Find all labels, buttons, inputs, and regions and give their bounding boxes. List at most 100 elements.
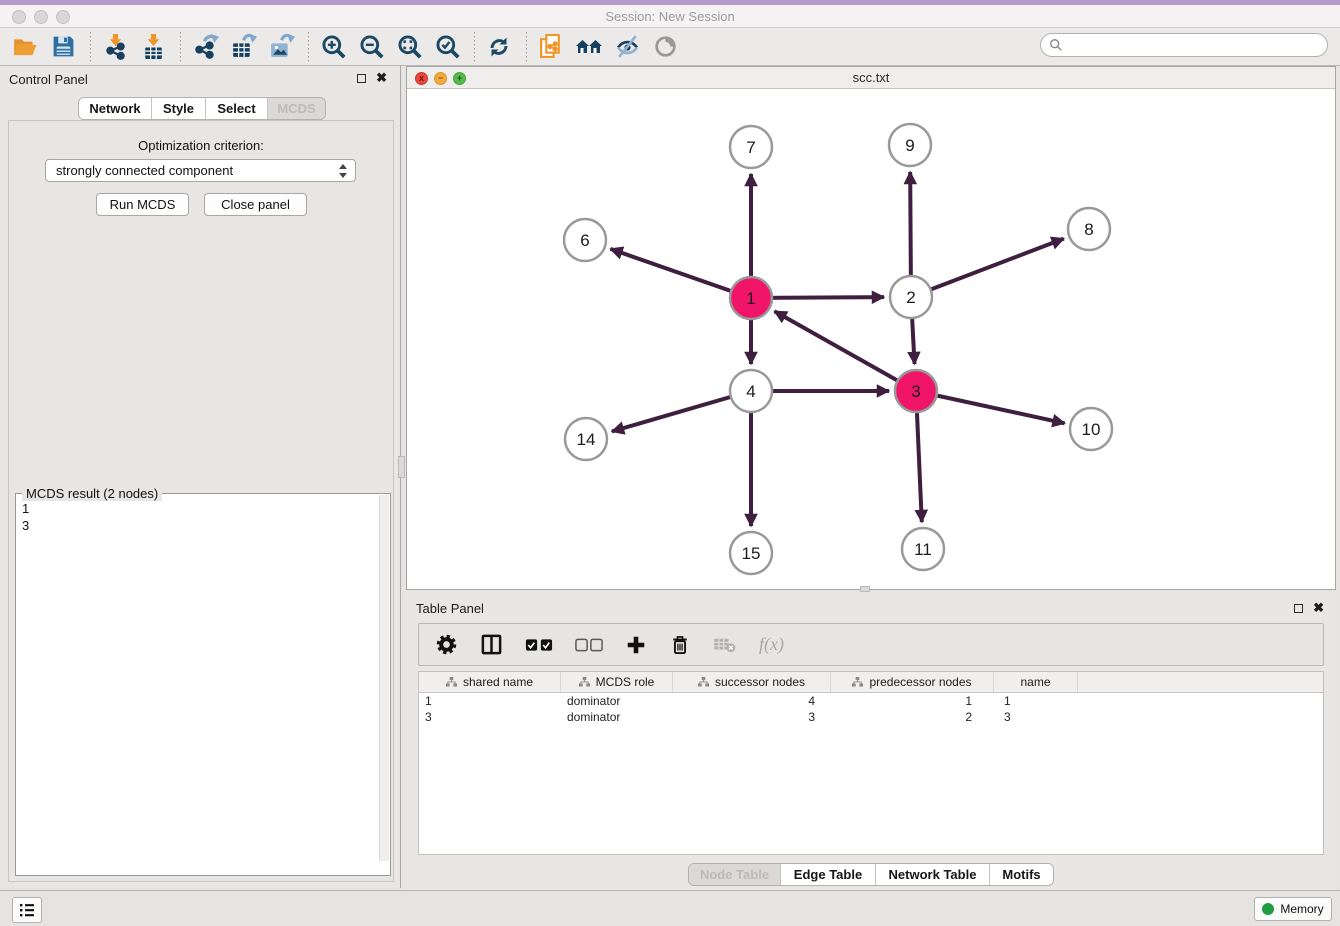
function-builder-icon: f(x) — [759, 634, 784, 655]
graph-node-label-2: 2 — [906, 288, 915, 307]
column-label: MCDS role — [596, 675, 655, 689]
export-image-icon[interactable] — [266, 32, 296, 62]
zoom-out-icon[interactable] — [356, 32, 386, 62]
optimization-criterion-label: Optimization criterion: — [9, 138, 393, 153]
toolbar-separator — [474, 32, 475, 62]
sort-hierarchy-icon — [579, 677, 590, 688]
mac-titlebar: Session: New Session — [0, 5, 1340, 28]
float-table-panel-icon[interactable] — [1294, 604, 1303, 613]
cell-mcds-role: dominator — [561, 710, 673, 724]
column-label: shared name — [463, 675, 533, 689]
cell-shared-name: 3 — [419, 710, 561, 724]
graph-node-label-3: 3 — [911, 382, 920, 401]
column-header-mcds-role[interactable]: MCDS role — [561, 672, 673, 692]
clone-network-icon[interactable] — [536, 32, 566, 62]
table-tabs-bar: Node Table Edge Table Network Table Moti… — [406, 863, 1336, 886]
zoom-in-icon[interactable] — [318, 32, 348, 62]
column-header-shared-name[interactable]: shared name — [419, 672, 561, 692]
hide-eye-icon[interactable] — [612, 32, 642, 62]
float-panel-icon[interactable] — [357, 74, 366, 83]
graph-node-label-4: 4 — [746, 382, 755, 401]
tab-node-table[interactable]: Node Table — [689, 864, 781, 885]
home-neighbors-icon[interactable] — [574, 32, 604, 62]
select-all-icon[interactable] — [525, 638, 553, 652]
graph-node-label-7: 7 — [746, 138, 755, 157]
graph-edge-1-6[interactable] — [610, 249, 751, 298]
network-canvas[interactable]: 1234678910111415 — [407, 89, 1335, 589]
sort-hierarchy-icon — [446, 677, 457, 688]
memory-label: Memory — [1280, 902, 1323, 916]
tab-mcds[interactable]: MCDS — [268, 98, 325, 119]
select-spinner-icon — [339, 163, 348, 179]
table-settings-gear-icon[interactable] — [435, 633, 458, 656]
column-label: successor nodes — [715, 675, 805, 689]
toolbar-separator — [180, 32, 181, 62]
main-toolbar — [0, 28, 1340, 66]
show-columns-icon[interactable] — [480, 633, 503, 656]
control-panel-tabs: Network Style Select MCDS — [78, 97, 326, 120]
delete-trash-icon[interactable] — [669, 634, 691, 656]
close-panel-button[interactable]: Close panel — [204, 193, 307, 216]
list-icon — [18, 902, 36, 918]
toolbar-separator — [90, 32, 91, 62]
graph-edge-2-8[interactable] — [911, 239, 1064, 297]
splitter-handle[interactable] — [398, 456, 405, 478]
tab-network[interactable]: Network — [79, 98, 152, 119]
graph-node-label-10: 10 — [1082, 420, 1101, 439]
status-bar: Memory — [0, 890, 1340, 926]
criterion-value: strongly connected component — [56, 163, 233, 178]
table-toolbar: f(x) — [418, 623, 1324, 666]
deselect-all-icon[interactable] — [575, 638, 603, 652]
column-header-predecessor-nodes[interactable]: predecessor nodes — [831, 672, 994, 692]
close-table-panel-icon[interactable]: ✖ — [1313, 601, 1324, 615]
memory-button[interactable]: Memory — [1254, 897, 1332, 921]
export-table-icon[interactable] — [228, 32, 258, 62]
zoom-fit-icon[interactable] — [394, 32, 424, 62]
table-panel-title: Table Panel — [416, 601, 484, 616]
network-view-title: scc.txt — [407, 70, 1335, 85]
mcds-result-title: MCDS result (2 nodes) — [22, 486, 162, 501]
tab-motifs[interactable]: Motifs — [990, 864, 1053, 885]
cell-name: 3 — [994, 710, 1078, 724]
delete-table-icon — [713, 636, 737, 654]
app-window: Session: New Session — [0, 0, 1340, 926]
import-network-icon[interactable] — [100, 32, 130, 62]
graph-node-label-1: 1 — [746, 289, 755, 308]
close-panel-icon[interactable]: ✖ — [376, 71, 387, 85]
search-input[interactable] — [1068, 38, 1327, 52]
open-file-icon[interactable] — [10, 32, 40, 62]
task-history-button[interactable] — [12, 897, 42, 923]
graph-edge-3-1[interactable] — [775, 311, 916, 391]
table-row[interactable]: 3 dominator 3 2 3 — [419, 709, 1323, 725]
column-header-name[interactable]: name — [994, 672, 1078, 692]
graph-edge-3-10[interactable] — [916, 391, 1065, 423]
splitter-handle[interactable] — [860, 586, 870, 592]
show-eye-icon[interactable] — [650, 32, 680, 62]
table-row[interactable]: 1 dominator 4 1 1 — [419, 693, 1323, 709]
cell-successor-nodes: 3 — [673, 710, 831, 724]
tab-style[interactable]: Style — [152, 98, 206, 119]
tab-edge-table[interactable]: Edge Table — [781, 864, 876, 885]
network-view-window: x − + scc.txt 1234678910111415 — [406, 66, 1336, 590]
node-table: shared name MCDS role successor nodes pr… — [418, 671, 1324, 855]
tab-select[interactable]: Select — [206, 98, 268, 119]
cell-shared-name: 1 — [419, 694, 561, 708]
mcds-panel-content: Optimization criterion: strongly connect… — [8, 120, 394, 882]
search-box — [1040, 33, 1328, 57]
zoom-selected-icon[interactable] — [432, 32, 462, 62]
column-header-successor-nodes[interactable]: successor nodes — [673, 672, 831, 692]
column-label: name — [1020, 675, 1050, 689]
import-table-icon[interactable] — [138, 32, 168, 62]
toolbar-separator — [308, 32, 309, 62]
add-row-plus-icon[interactable] — [625, 634, 647, 656]
mcds-result-text: 1 3 — [22, 500, 29, 534]
save-session-icon[interactable] — [48, 32, 78, 62]
control-panel: Control Panel ✖ Network Style Select MCD… — [0, 66, 401, 888]
refresh-icon[interactable] — [484, 32, 514, 62]
tab-network-table[interactable]: Network Table — [876, 864, 990, 885]
table-tabs: Node Table Edge Table Network Table Moti… — [688, 863, 1054, 886]
result-scrollbar[interactable] — [379, 495, 389, 861]
export-network-icon[interactable] — [190, 32, 220, 62]
criterion-select[interactable]: strongly connected component — [45, 159, 356, 182]
run-mcds-button[interactable]: Run MCDS — [96, 193, 189, 216]
